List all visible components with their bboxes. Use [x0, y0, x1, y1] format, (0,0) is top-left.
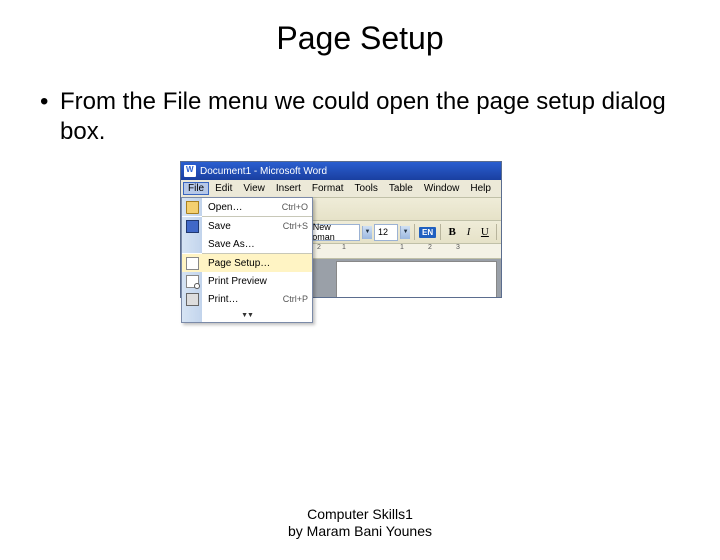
menu-item-save[interactable]: Save Ctrl+S	[182, 217, 312, 235]
floppy-disk-icon	[186, 220, 199, 233]
menu-item-open[interactable]: Open… Ctrl+O	[182, 198, 312, 216]
slide-title: Page Setup	[0, 20, 720, 57]
menu-table[interactable]: Table	[384, 182, 418, 195]
menu-item-print-preview[interactable]: Print Preview	[182, 272, 312, 290]
window-title-text: Document1 - Microsoft Word	[200, 166, 327, 177]
menu-insert[interactable]: Insert	[271, 182, 306, 195]
printer-icon	[186, 293, 199, 306]
slide-footer: Computer Skills1 by Maram Bani Younes	[0, 506, 720, 540]
file-menu-dropdown: Open… Ctrl+O Save Ctrl+S Save As… Page S…	[181, 197, 313, 323]
print-preview-icon	[186, 275, 199, 288]
open-folder-icon	[186, 201, 199, 214]
ruler-tick: 2	[317, 244, 321, 251]
font-name-value: s New Roman	[306, 222, 356, 242]
menu-item-save-as[interactable]: Save As…	[182, 235, 312, 253]
menu-item-label: Save As…	[202, 239, 308, 250]
menu-item-print[interactable]: Print… Ctrl+P	[182, 290, 312, 308]
underline-button[interactable]: U	[478, 224, 492, 240]
bullet-marker: •	[40, 87, 60, 147]
bullet-list: • From the File menu we could open the p…	[0, 87, 720, 147]
bold-button[interactable]: B	[445, 224, 459, 240]
menu-item-label: Save	[202, 221, 283, 232]
menu-bar: File Edit View Insert Format Tools Table…	[181, 180, 501, 198]
page-setup-icon	[186, 257, 199, 270]
menu-expand-button[interactable]: ▼▼	[182, 308, 312, 322]
ruler-tick: 1	[342, 244, 346, 251]
menu-item-label: Print…	[202, 294, 283, 305]
chevron-down-icon[interactable]: ▼	[362, 226, 372, 239]
menu-edit[interactable]: Edit	[210, 182, 237, 195]
chevron-down-icon: ▼▼	[241, 312, 253, 319]
menu-item-shortcut: Ctrl+O	[282, 202, 308, 212]
menu-item-label: Page Setup…	[202, 258, 308, 269]
menu-item-shortcut: Ctrl+P	[283, 294, 308, 304]
menu-item-shortcut: Ctrl+S	[283, 221, 308, 231]
footer-course: Computer Skills1	[0, 506, 720, 523]
menu-window[interactable]: Window	[419, 182, 465, 195]
chevron-down-icon[interactable]: ▼	[400, 226, 410, 239]
ruler-tick: 1	[400, 244, 404, 251]
footer-author: by Maram Bani Younes	[0, 523, 720, 540]
menu-help[interactable]: Help	[465, 182, 496, 195]
menu-tools[interactable]: Tools	[350, 182, 383, 195]
italic-button[interactable]: I	[461, 224, 475, 240]
menu-file[interactable]: File	[183, 182, 209, 195]
menu-format[interactable]: Format	[307, 182, 349, 195]
menu-item-label: Open…	[202, 202, 282, 213]
ruler-tick: 2	[428, 244, 432, 251]
word-screenshot: Document1 - Microsoft Word File Edit Vie…	[180, 161, 502, 298]
window-titlebar: Document1 - Microsoft Word	[181, 162, 501, 180]
menu-item-label: Print Preview	[202, 276, 308, 287]
font-size-combo[interactable]: 12	[374, 224, 398, 241]
language-badge[interactable]: EN	[419, 227, 436, 238]
bullet-text: From the File menu we could open the pag…	[60, 87, 680, 147]
ruler-tick: 3	[456, 244, 460, 251]
word-app-icon	[184, 165, 196, 177]
font-size-value: 12	[378, 227, 388, 237]
menu-view[interactable]: View	[238, 182, 270, 195]
menu-item-page-setup[interactable]: Page Setup…	[182, 254, 312, 272]
